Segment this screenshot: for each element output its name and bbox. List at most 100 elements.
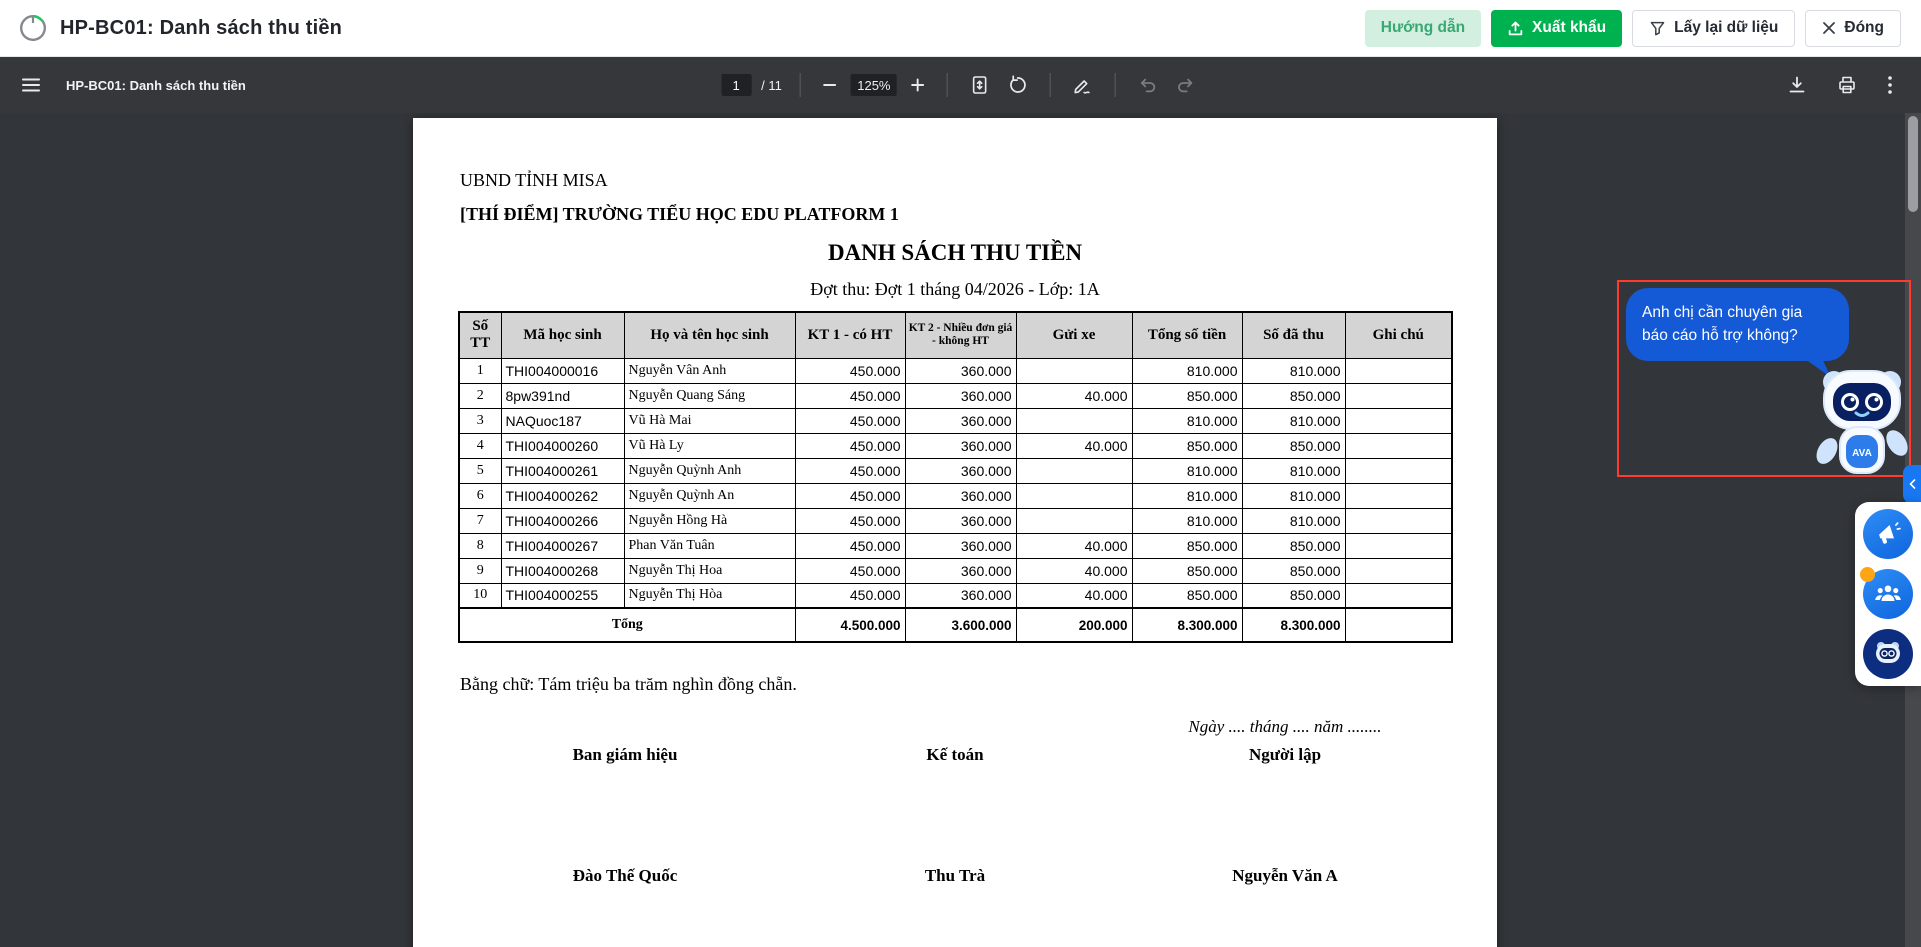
cell-student-code: THI004000266 [500, 507, 625, 534]
document-title: DANH SÁCH THU TIỀN [827, 240, 1083, 265]
cell-kt1: 450.000 [794, 382, 906, 409]
undo-icon[interactable] [1134, 71, 1162, 99]
zoom-in-button[interactable] [907, 74, 929, 96]
filter-icon [1650, 21, 1665, 35]
cell-student-name: Nguyễn Thị Hòa [623, 582, 796, 609]
fit-page-icon[interactable] [966, 71, 994, 99]
cell-note [1344, 507, 1453, 534]
cell-student-code: THI004000267 [500, 532, 625, 559]
cell-student-code: THI004000255 [500, 582, 625, 609]
cell-parking [1015, 457, 1133, 484]
signature-role-principal: Ban giám hiệu [572, 745, 678, 764]
cell-total: 810.000 [1131, 482, 1243, 509]
chat-bubble[interactable]: Anh chị cần chuyên gia báo cáo hỗ trợ kh… [1626, 288, 1849, 378]
cell-parking [1015, 407, 1133, 434]
cell-stt: 1 [458, 357, 502, 384]
cell-total: 850.000 [1131, 532, 1243, 559]
cell-note [1344, 432, 1453, 459]
cell-parking [1015, 357, 1133, 384]
table-header-row: Số TT Mã học sinh Họ và tên học sinh KT … [458, 311, 1453, 359]
cell-total: 850.000 [1131, 382, 1243, 409]
cell-student-code: 8pw391nd [500, 382, 625, 409]
download-icon[interactable] [1783, 71, 1811, 99]
cell-student-name: Nguyễn Quỳnh An [623, 482, 796, 509]
robot-mascot[interactable]: AVA [1816, 365, 1908, 477]
rotate-icon[interactable] [1004, 71, 1032, 99]
collection-table: Số TT Mã học sinh Họ và tên học sinh KT … [458, 311, 1453, 643]
total-parking: 200.000 [1015, 607, 1133, 643]
cell-kt1: 450.000 [794, 532, 906, 559]
reload-button-label: Lấy lại dữ liệu [1674, 19, 1779, 36]
cell-stt: 3 [458, 407, 502, 434]
redo-icon[interactable] [1172, 71, 1200, 99]
cell-kt1: 450.000 [794, 507, 906, 534]
cell-collected: 850.000 [1241, 532, 1346, 559]
chat-collapse-tab[interactable] [1903, 465, 1921, 503]
chatbot-button[interactable] [1863, 629, 1913, 679]
cell-kt2: 360.000 [904, 532, 1017, 559]
cell-student-code: THI004000261 [500, 457, 625, 484]
app-window: HP-BC01: Danh sách thu tiền Hướng dẫn Xu… [0, 0, 1921, 947]
cell-note [1344, 457, 1453, 484]
table-row: 8 THI004000267 Phan Văn Tuân 450.000 360… [458, 532, 1453, 559]
cell-collected: 850.000 [1241, 557, 1346, 584]
cell-kt1: 450.000 [794, 432, 906, 459]
cell-student-name: Nguyễn Hồng Hà [623, 507, 796, 534]
close-button[interactable]: Đóng [1805, 9, 1901, 47]
cell-stt: 4 [458, 432, 502, 459]
amount-in-words: Bằng chữ: Tám triệu ba trăm nghìn đồng c… [460, 674, 797, 694]
cell-note [1344, 582, 1453, 609]
toolbar-divider [799, 73, 801, 97]
export-button[interactable]: Xuất khẩu [1491, 9, 1623, 47]
export-button-label: Xuất khẩu [1532, 19, 1607, 36]
annotate-pen-icon[interactable] [1069, 71, 1097, 99]
chat-bubble-line2: báo cáo hỗ trợ không? [1642, 327, 1798, 345]
pdf-doc-title: HP-BC01: Danh sách thu tiền [66, 77, 246, 93]
close-icon [1823, 22, 1836, 34]
people-icon [1875, 585, 1901, 601]
cell-total: 810.000 [1131, 457, 1243, 484]
export-icon [1508, 21, 1523, 35]
col-header-code: Mã học sinh [500, 311, 625, 359]
cell-student-name: Vũ Hà Ly [623, 432, 796, 459]
zoom-out-button[interactable] [819, 74, 841, 96]
cell-kt1: 450.000 [794, 482, 906, 509]
cell-note [1344, 382, 1453, 409]
community-button[interactable] [1860, 567, 1913, 619]
cell-parking [1015, 482, 1133, 509]
signature-role-preparer: Người lập [1248, 745, 1322, 764]
cell-stt: 7 [458, 507, 502, 534]
cell-stt: 5 [458, 457, 502, 484]
cell-student-name: Phan Văn Tuân [623, 532, 796, 559]
cell-collected: 810.000 [1241, 407, 1346, 434]
cell-parking: 40.000 [1015, 557, 1133, 584]
cell-total: 810.000 [1131, 357, 1243, 384]
cell-student-code: THI004000260 [500, 432, 625, 459]
menu-icon[interactable] [18, 74, 44, 96]
table-row: 7 THI004000266 Nguyễn Hồng Hà 450.000 36… [458, 507, 1453, 534]
cell-kt2: 360.000 [904, 457, 1017, 484]
reload-data-button[interactable]: Lấy lại dữ liệu [1632, 9, 1796, 47]
toolbar-divider [946, 73, 948, 97]
table-total-row: Tổng 4.500.000 3.600.000 200.000 8.300.0… [458, 607, 1453, 643]
cell-total: 850.000 [1131, 582, 1243, 609]
cell-collected: 850.000 [1241, 582, 1346, 609]
guide-button[interactable]: Hướng dẫn [1364, 9, 1482, 47]
announcement-button[interactable] [1863, 509, 1913, 559]
table-row: 9 THI004000268 Nguyễn Thị Hoa 450.000 36… [458, 557, 1453, 584]
cell-note [1344, 532, 1453, 559]
page-number-input[interactable] [721, 74, 752, 96]
cell-student-code: THI004000016 [500, 357, 625, 384]
scrollbar-thumb[interactable] [1908, 116, 1918, 212]
signature-name-accountant: Thu Trà [924, 866, 986, 885]
zoom-level[interactable]: 125% [850, 74, 897, 96]
more-options-icon[interactable] [1883, 71, 1897, 99]
cell-kt2: 360.000 [904, 557, 1017, 584]
col-header-kt2: KT 2 - Nhiều đơn giá - không HT [904, 311, 1017, 359]
print-icon[interactable] [1833, 71, 1861, 99]
cell-note [1344, 357, 1453, 384]
cell-total: 810.000 [1131, 507, 1243, 534]
document-subtitle: Đợt thu: Đợt 1 tháng 04/2026 - Lớp: 1A [810, 279, 1100, 299]
cell-parking: 40.000 [1015, 382, 1133, 409]
cell-kt1: 450.000 [794, 407, 906, 434]
